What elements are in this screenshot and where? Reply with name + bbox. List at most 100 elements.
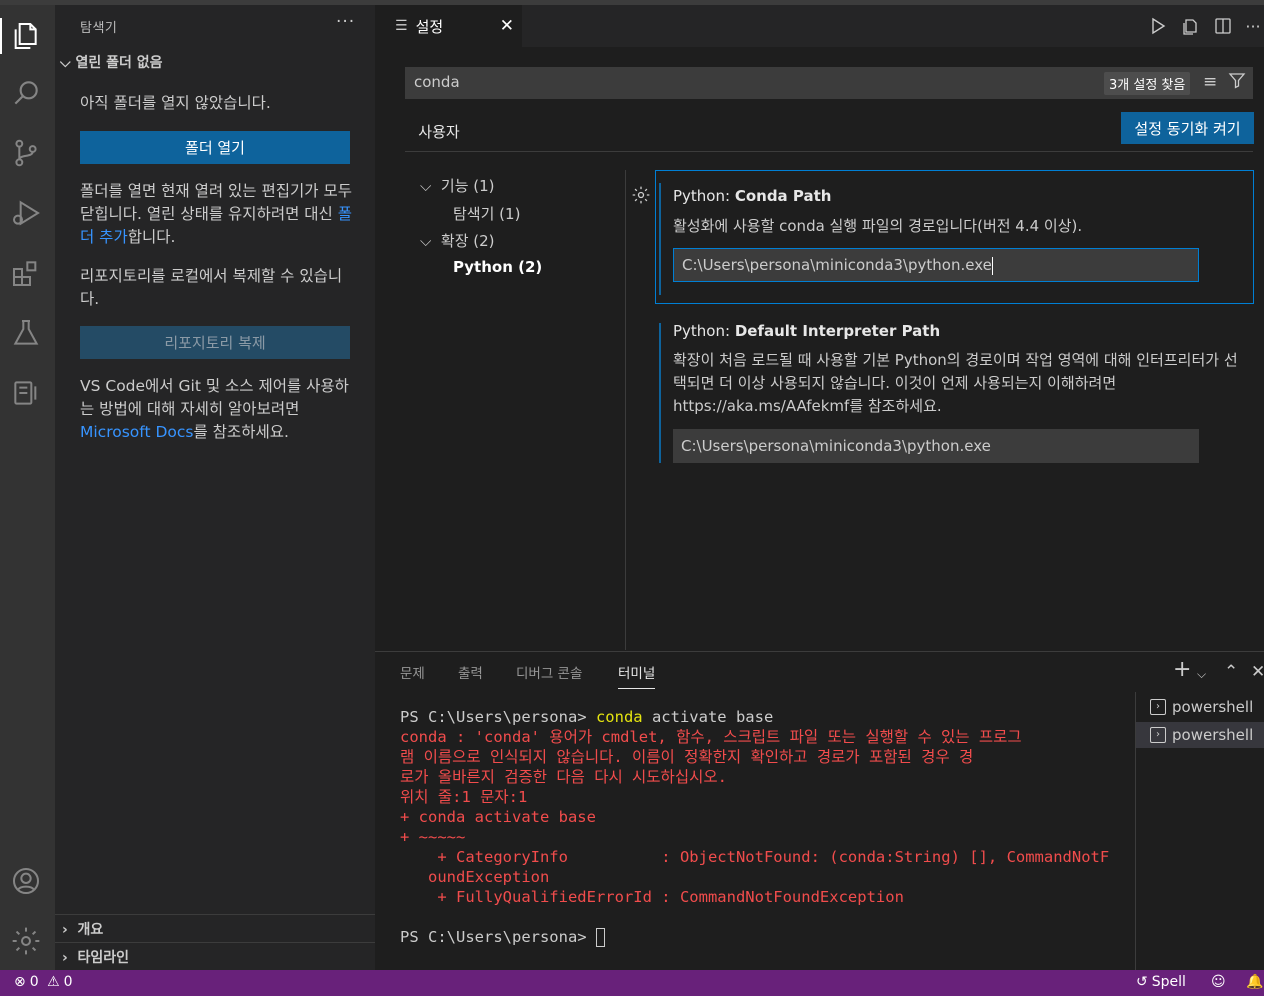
toc-label: 기능 (1) <box>440 177 495 195</box>
split-editor-icon[interactable] <box>1211 14 1235 38</box>
terminal-error-line: oundException <box>400 868 550 886</box>
chevron-right-icon: › <box>62 950 78 966</box>
toc-features[interactable]: ⌵ 기능 (1) <box>420 175 495 196</box>
filter-icon[interactable] <box>1228 71 1246 93</box>
terminal-prompt: PS C:\Users\persona> <box>400 708 596 726</box>
outline-section-header[interactable]: › 개요 <box>62 919 103 939</box>
setting-modified-indicator <box>659 183 661 295</box>
close-tab-icon[interactable]: ✕ <box>500 16 514 36</box>
microsoft-docs-link[interactable]: Microsoft Docs <box>80 423 193 441</box>
feedback-icon[interactable]: ☺ <box>1211 974 1226 990</box>
warning-count: 0 <box>63 974 73 990</box>
terminal-error-line: 램 이름으로 인식되지 않습니다. 이름이 정확한지 확인하고 경로가 포함된 … <box>400 748 974 766</box>
run-icon[interactable] <box>1146 14 1170 38</box>
default-interpreter-path-input[interactable]: C:\Users\persona\miniconda3\python.exe <box>673 429 1199 463</box>
user-settings-tab[interactable]: 사용자 <box>405 120 473 152</box>
terminal-name: powershell <box>1172 698 1254 716</box>
chevron-down-icon: ⌵ <box>420 177 441 195</box>
terminal-prompt: PS C:\Users\persona> <box>400 928 596 946</box>
clone-repository-button[interactable]: 리포지토리 복제 <box>80 326 350 359</box>
open-info-part1: 폴더를 열면 현재 열려 있는 편집기가 모두 닫힙니다. 열린 상태를 유지하… <box>80 182 352 223</box>
setting-title: Python: Conda Path <box>673 187 831 205</box>
tab-terminal[interactable]: 터미널 <box>618 662 656 689</box>
no-folder-text: 아직 폴더를 열지 않았습니다. <box>80 94 271 112</box>
settings-sync-button[interactable]: 설정 동기화 켜기 <box>1121 112 1254 144</box>
remote-explorer-icon[interactable] <box>8 375 44 411</box>
terminal-error-line: + FullyQualifiedErrorId : CommandNotFoun… <box>400 888 904 906</box>
terminal-output[interactable]: PS C:\Users\persona> conda activate base… <box>400 707 1120 947</box>
git-info-text: VS Code에서 Git 및 소스 제어를 사용하는 방법에 대해 자세히 알… <box>80 375 352 444</box>
editor-more-icon[interactable]: ··· <box>1241 14 1264 38</box>
terminal-command: conda <box>595 708 643 726</box>
problems-status[interactable]: ⊗ 0 ⚠ 0 <box>14 974 73 990</box>
setting-name: Conda Path <box>734 187 832 205</box>
terminal-name: powershell <box>1172 726 1254 744</box>
setting-name: Default Interpreter Path <box>734 322 941 340</box>
status-bar: ⊗ 0 ⚠ 0 ↺ Spell ☺ 🔔 <box>0 970 1264 996</box>
toc-explorer[interactable]: 탐색기 (1) <box>453 203 520 224</box>
notifications-bell-icon[interactable]: 🔔 <box>1246 974 1263 990</box>
outline-label: 개요 <box>77 922 104 938</box>
setting-description: 활성화에 사용할 conda 실행 파일의 경로입니다(버전 4.4 이상). <box>673 217 1083 235</box>
terminal-line: PS C:\Users\persona> <box>400 927 1120 947</box>
clear-filter-icon[interactable]: ≡ <box>1203 72 1217 92</box>
settings-search-box: 3개 설정 찾음 ≡ <box>405 67 1253 99</box>
setting-title: Python: Default Interpreter Path <box>673 322 940 340</box>
activity-bar <box>0 5 55 970</box>
terminal-error-line: conda : 'conda' 용어가 cmdlet, 함수, 스크립트 파일 … <box>400 728 1022 746</box>
terminal-icon: › <box>1150 699 1166 715</box>
terminal-error-line: 위치 줄:1 문자:1 <box>400 788 528 806</box>
testing-icon[interactable] <box>8 315 44 351</box>
tab-output[interactable]: 출력 <box>458 662 483 682</box>
terminal-error-line: 로가 올바른지 검증한 다음 다시 시도하십시오. <box>400 768 727 786</box>
terminal-instance-1[interactable]: › powershell <box>1136 694 1264 720</box>
terminal-cursor <box>595 928 605 947</box>
terminal-dropdown-icon[interactable]: ⌵ <box>1197 667 1206 682</box>
close-panel-icon[interactable]: ✕ <box>1251 662 1264 682</box>
tab-problems[interactable]: 문제 <box>400 662 425 682</box>
sidebar-more-actions[interactable]: ··· <box>336 12 355 32</box>
timeline-divider <box>55 942 375 943</box>
setting-description: 확장이 처음 로드될 때 사용할 기본 Python의 경로이며 작업 영역에 … <box>673 351 1238 415</box>
account-icon[interactable] <box>8 863 44 899</box>
spell-status[interactable]: ↺ Spell <box>1136 974 1186 990</box>
maximize-panel-icon[interactable]: ⌃ <box>1224 662 1238 682</box>
explorer-icon[interactable] <box>0 18 55 54</box>
terminal-instance-2[interactable]: › powershell <box>1136 722 1264 748</box>
toc-python[interactable]: Python (2) <box>453 258 542 276</box>
search-icon[interactable] <box>8 75 44 111</box>
open-settings-json-icon[interactable] <box>1179 14 1203 38</box>
settings-search-input[interactable] <box>414 73 1094 91</box>
terminal-error-line: + CategoryInfo : ObjectNotFound: (conda:… <box>400 848 1110 866</box>
chevron-right-icon: › <box>62 922 78 938</box>
settings-list-icon: ☰ <box>395 18 408 34</box>
toc-separator <box>625 170 626 650</box>
chevron-down-icon: ⌵ <box>60 55 76 71</box>
no-folder-section-header[interactable]: ⌵ 열린 폴더 없음 <box>60 52 163 72</box>
manage-gear-icon[interactable] <box>8 923 44 959</box>
setting-gear-icon[interactable] <box>631 185 651 209</box>
toc-label: 확장 (2) <box>440 232 495 250</box>
timeline-section-header[interactable]: › 타임라인 <box>62 947 129 967</box>
text-caret <box>991 256 993 275</box>
new-terminal-icon[interactable]: + <box>1173 657 1191 682</box>
conda-path-input[interactable]: C:\Users\persona\miniconda3\python.exe <box>673 248 1199 282</box>
open-folder-info: 폴더를 열면 현재 열려 있는 편집기가 모두 닫힙니다. 열린 상태를 유지하… <box>80 180 352 249</box>
run-debug-icon[interactable] <box>8 195 44 231</box>
error-count: 0 <box>29 974 39 990</box>
settings-tab-label: 설정 <box>415 17 444 36</box>
settings-tab[interactable]: ☰ 설정 ✕ <box>375 5 522 47</box>
settings-tab-divider <box>405 151 1253 152</box>
terminal-error-line: + ~~~~~ <box>400 828 466 846</box>
open-folder-button[interactable]: 폴더 열기 <box>80 131 350 164</box>
clone-info-text: 리포지토리를 로컬에서 복제할 수 있습니다. <box>80 267 343 308</box>
toc-extensions[interactable]: ⌵ 확장 (2) <box>420 230 495 251</box>
chevron-down-icon: ⌵ <box>420 232 441 250</box>
sidebar-title: 탐색기 <box>80 21 118 36</box>
warning-icon: ⚠ <box>42 974 60 990</box>
extensions-icon[interactable] <box>8 255 44 291</box>
tab-debug-console[interactable]: 디버그 콘솔 <box>516 662 582 682</box>
history-icon: ↺ <box>1136 974 1148 990</box>
source-control-icon[interactable] <box>8 135 44 171</box>
